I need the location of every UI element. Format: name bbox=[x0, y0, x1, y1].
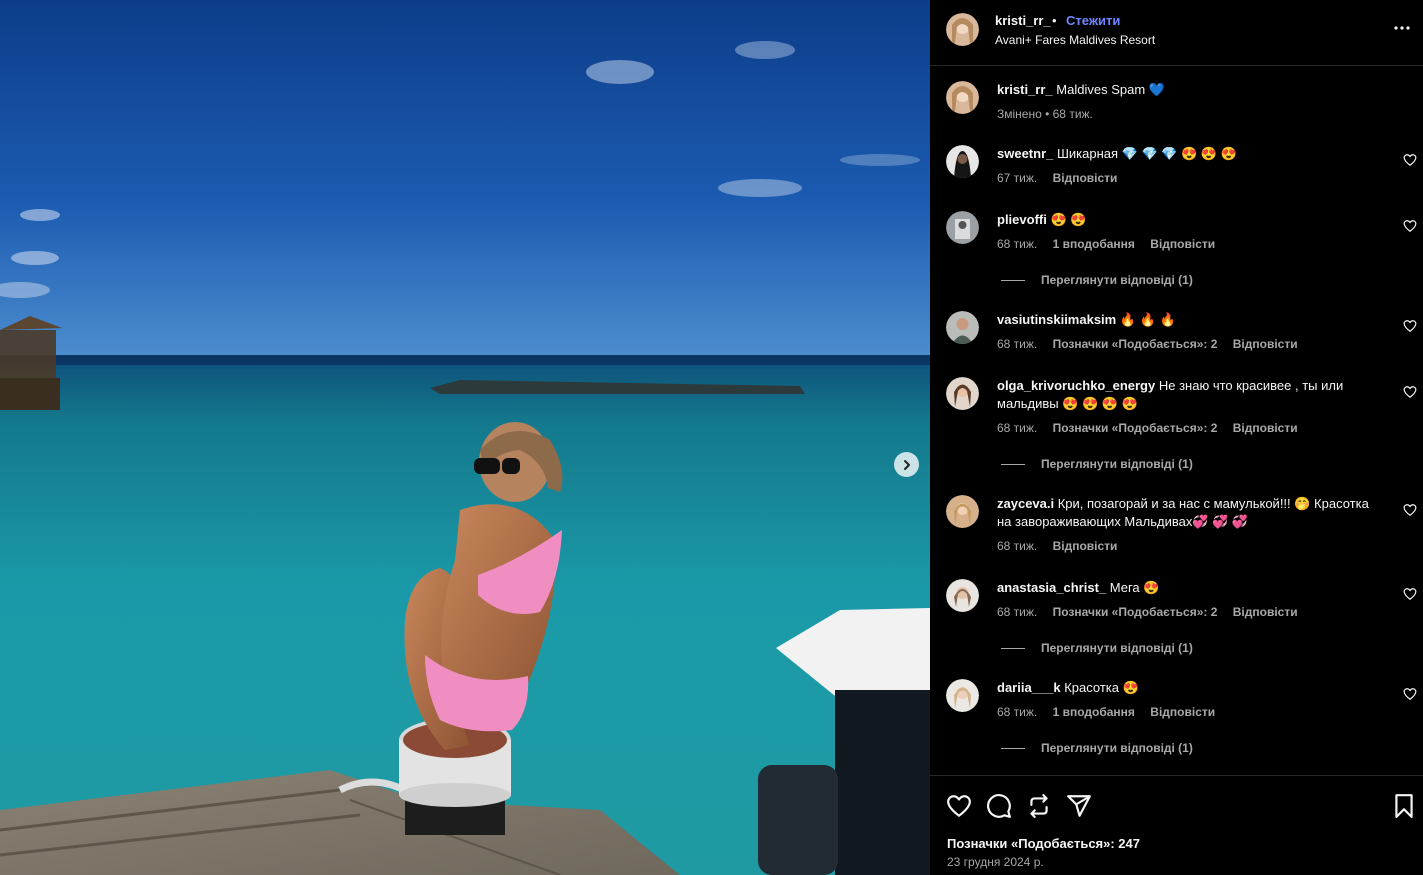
heart-icon[interactable] bbox=[946, 793, 972, 819]
comment-heart-icon[interactable] bbox=[1403, 153, 1417, 167]
separator-dot: • bbox=[1052, 13, 1057, 28]
more-options-icon[interactable] bbox=[1392, 18, 1412, 38]
commenter-avatar[interactable] bbox=[946, 377, 979, 410]
author-username[interactable]: kristi_rr_ bbox=[995, 13, 1051, 28]
replies-divider bbox=[1001, 463, 1025, 465]
likes-count[interactable]: Позначки «Подобається»: 247 bbox=[947, 836, 1140, 851]
comment-likes-count[interactable]: Позначки «Подобається»: 2 bbox=[1053, 421, 1218, 435]
comment-username[interactable]: vasiutinskiimaksim bbox=[997, 312, 1116, 327]
post-header: kristi_rr_ • Стежити Avani+ Fares Maldiv… bbox=[930, 0, 1423, 66]
view-replies-label: Переглянути відповіді (1) bbox=[1041, 273, 1193, 287]
comment-meta: 67 тиж. Відповісти bbox=[997, 171, 1129, 185]
bookmark-icon[interactable] bbox=[1391, 793, 1417, 819]
view-replies-button[interactable]: Переглянути відповіді (1) bbox=[1001, 741, 1193, 755]
comment-text-line: dariia___k Красотка 😍 bbox=[997, 679, 1382, 697]
comment-heart-icon[interactable] bbox=[1403, 319, 1417, 333]
comment-time: 68 тиж. bbox=[997, 539, 1038, 553]
repost-icon[interactable] bbox=[1026, 793, 1052, 819]
author-avatar[interactable] bbox=[946, 81, 979, 114]
comment-text-line: olga_krivoruchko_energy Не знаю что крас… bbox=[997, 377, 1382, 413]
comment-meta: 68 тиж. 1 вподобання Відповісти bbox=[997, 237, 1227, 251]
replies-divider bbox=[1001, 279, 1025, 281]
comment-time: 68 тиж. bbox=[997, 237, 1038, 251]
comment-heart-icon[interactable] bbox=[1403, 385, 1417, 399]
author-avatar[interactable] bbox=[946, 13, 979, 46]
view-replies-label: Переглянути відповіді (1) bbox=[1041, 641, 1193, 655]
comment-meta: 68 тиж. 1 вподобання Відповісти bbox=[997, 705, 1227, 719]
comment-heart-icon[interactable] bbox=[1403, 687, 1417, 701]
comment-likes-count[interactable]: Позначки «Подобається»: 2 bbox=[1053, 605, 1218, 619]
comment-text-line: plievoffi 😍 😍 bbox=[997, 211, 1382, 229]
comment-text: 🔥 🔥 🔥 bbox=[1119, 312, 1176, 327]
comment-heart-icon[interactable] bbox=[1403, 503, 1417, 517]
beach-photo-image bbox=[0, 0, 930, 875]
next-photo-button[interactable] bbox=[894, 452, 919, 477]
comment-text-line: sweetnr_ Шикарная 💎 💎 💎 😍 😍 😍 bbox=[997, 145, 1382, 163]
comment-text: 😍 😍 bbox=[1050, 212, 1087, 227]
caption-meta: Змінено • 68 тиж. bbox=[997, 107, 1105, 121]
commenter-avatar[interactable] bbox=[946, 311, 979, 344]
commenter-avatar[interactable] bbox=[946, 211, 979, 244]
comment-time: 68 тиж. bbox=[997, 421, 1038, 435]
comment-username[interactable]: dariia___k bbox=[997, 680, 1061, 695]
comment-likes-count[interactable]: Позначки «Подобається»: 2 bbox=[1053, 337, 1218, 351]
reply-button[interactable]: Відповісти bbox=[1233, 421, 1298, 435]
post-date: 23 грудня 2024 р. bbox=[947, 855, 1044, 869]
replies-divider bbox=[1001, 747, 1025, 749]
view-replies-button[interactable]: Переглянути відповіді (1) bbox=[1001, 273, 1193, 287]
caption-text: Maldives Spam 💙 bbox=[1056, 82, 1165, 97]
comment-heart-icon[interactable] bbox=[1403, 219, 1417, 233]
reply-button[interactable]: Відповісти bbox=[1053, 171, 1118, 185]
comment-meta: 68 тиж. Відповісти bbox=[997, 539, 1129, 553]
chevron-right-icon bbox=[903, 459, 910, 470]
post-side-panel: kristi_rr_ • Стежити Avani+ Fares Maldiv… bbox=[930, 0, 1423, 875]
view-replies-label: Переглянути відповіді (1) bbox=[1041, 741, 1193, 755]
caption-edited-time: Змінено • 68 тиж. bbox=[997, 107, 1093, 121]
comment-text-line: vasiutinskiimaksim 🔥 🔥 🔥 bbox=[997, 311, 1382, 329]
caption-username[interactable]: kristi_rr_ bbox=[997, 82, 1053, 97]
caption-text-line: kristi_rr_ Maldives Spam 💙 bbox=[997, 81, 1382, 99]
reply-button[interactable]: Відповісти bbox=[1233, 337, 1298, 351]
comment-text-line: zayceva.i Кри, позагорай и за нас с маму… bbox=[997, 495, 1382, 531]
comment-text-line: anastasia_christ_ Мега 😍 bbox=[997, 579, 1382, 597]
post-actions-bar: Позначки «Подобається»: 247 23 грудня 20… bbox=[930, 775, 1423, 875]
location-link[interactable]: Avani+ Fares Maldives Resort bbox=[995, 33, 1155, 47]
follow-button[interactable]: Стежити bbox=[1066, 13, 1120, 28]
comment-username[interactable]: anastasia_christ_ bbox=[997, 580, 1106, 595]
comment-time: 68 тиж. bbox=[997, 605, 1038, 619]
comment-likes-count[interactable]: 1 вподобання bbox=[1053, 705, 1135, 719]
comment-meta: 68 тиж. Позначки «Подобається»: 2 Відпов… bbox=[997, 337, 1310, 351]
comment-icon[interactable] bbox=[986, 793, 1012, 819]
commenter-avatar[interactable] bbox=[946, 679, 979, 712]
view-replies-label: Переглянути відповіді (1) bbox=[1041, 457, 1193, 471]
comment-time: 68 тиж. bbox=[997, 337, 1038, 351]
comment-username[interactable]: olga_krivoruchko_energy bbox=[997, 378, 1155, 393]
commenter-avatar[interactable] bbox=[946, 145, 979, 178]
reply-button[interactable]: Відповісти bbox=[1150, 237, 1215, 251]
replies-divider bbox=[1001, 647, 1025, 649]
reply-button[interactable]: Відповісти bbox=[1053, 539, 1118, 553]
comment-text: Красотка 😍 bbox=[1064, 680, 1139, 695]
comment-username[interactable]: plievoffi bbox=[997, 212, 1047, 227]
comment-meta: 68 тиж. Позначки «Подобається»: 2 Відпов… bbox=[997, 605, 1310, 619]
comment-likes-count[interactable]: 1 вподобання bbox=[1053, 237, 1135, 251]
comment-meta: 68 тиж. Позначки «Подобається»: 2 Відпов… bbox=[997, 421, 1310, 435]
commenter-avatar[interactable] bbox=[946, 579, 979, 612]
comment-text: Шикарная 💎 💎 💎 😍 😍 😍 bbox=[1057, 146, 1237, 161]
comment-text: Мега 😍 bbox=[1109, 580, 1160, 595]
post-photo bbox=[0, 0, 930, 875]
reply-button[interactable]: Відповісти bbox=[1150, 705, 1215, 719]
comment-time: 67 тиж. bbox=[997, 171, 1038, 185]
comment-time: 68 тиж. bbox=[997, 705, 1038, 719]
comment-username[interactable]: zayceva.i bbox=[997, 496, 1054, 511]
reply-button[interactable]: Відповісти bbox=[1233, 605, 1298, 619]
commenter-avatar[interactable] bbox=[946, 495, 979, 528]
comment-username[interactable]: sweetnr_ bbox=[997, 146, 1053, 161]
comment-heart-icon[interactable] bbox=[1403, 587, 1417, 601]
share-icon[interactable] bbox=[1066, 793, 1092, 819]
view-replies-button[interactable]: Переглянути відповіді (1) bbox=[1001, 457, 1193, 471]
view-replies-button[interactable]: Переглянути відповіді (1) bbox=[1001, 641, 1193, 655]
